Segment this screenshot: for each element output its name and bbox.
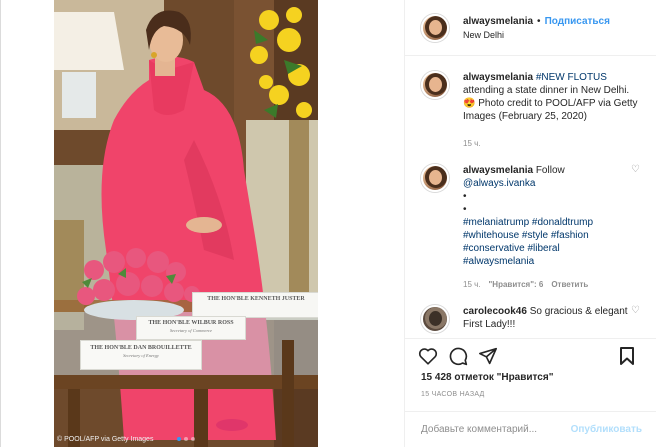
caption-meta: 15 ч. [463,137,642,150]
carousel-dot-active [177,437,181,441]
caption-body: alwaysmelania #NEW FLOTUS attending a st… [463,71,642,150]
post-location[interactable]: New Delhi [463,30,610,40]
header-top-line: alwaysmelania • Подписаться [463,16,610,27]
place-card-ross: THE HON'BLE WILBUR ROSS Secretary of Com… [136,316,246,340]
comment-bullet: • [463,204,467,215]
caption-hashtag[interactable]: #NEW FLOTUS [536,72,607,83]
comment-mention[interactable]: @always.ivanka [463,177,642,190]
post-media[interactable]: THE HON'BLE KENNETH JUSTER THE HON'BLE W… [1,0,404,447]
like-heart-icon[interactable] [417,345,439,367]
publish-button[interactable]: Опубликовать [571,424,642,435]
comment-body: carolecook46 So gracious & elegant First… [463,305,642,333]
separator-dot: • [537,15,541,27]
comment-like-heart-icon[interactable]: ♡ [631,164,640,175]
carousel-dot [184,437,188,441]
place-card-brouillette: THE HON'BLE DAN BROUILLETTE Secretary of… [80,340,202,370]
reply-button[interactable]: Ответить [551,278,588,291]
save-bookmark-icon[interactable] [616,345,638,367]
comment-avatar[interactable] [421,164,449,192]
photo-credit: © POOL/AFP via Getty Images [57,436,154,443]
post-side-panel: alwaysmelania • Подписаться New Delhi al… [404,0,656,447]
add-comment-bar: Опубликовать [405,411,656,447]
comment-bubble-icon[interactable] [447,345,469,367]
comment: carolecook46 So gracious & elegant First… [405,291,656,333]
comment-body: alwaysmelania Follow @always.ivanka • • … [463,164,642,291]
author-username[interactable]: alwaysmelania [463,16,533,27]
comments-list[interactable]: alwaysmelania #NEW FLOTUS attending a st… [405,57,656,339]
share-paper-plane-icon[interactable] [477,345,499,367]
place-card-role: Secretary of Energy [123,353,159,358]
comment: alwaysmelania Follow @always.ivanka • • … [405,150,656,291]
follow-button[interactable]: Подписаться [545,16,610,27]
comment-avatar[interactable] [421,305,449,333]
comment-hashtags[interactable]: #conservative #liberal [463,242,642,255]
caption-text: attending a state dinner in New Delhi. 😍… [463,85,638,122]
author-avatar[interactable] [421,13,449,42]
place-card-juster: THE HON'BLE KENNETH JUSTER [192,292,318,318]
likes-count[interactable]: 15 428 отметок "Нравится" [421,372,553,383]
caption-time[interactable]: 15 ч. [463,137,481,150]
comment-meta: 15 ч. "Нравится": 6 Ответить [463,278,642,291]
place-card-name: THE HON'BLE DAN BROUILLETTE [90,345,192,351]
comment-text: Follow [535,165,565,176]
comment-username[interactable]: carolecook46 [463,306,527,317]
place-card-role: Secretary of Commerce [169,328,213,333]
instagram-post: THE HON'BLE KENNETH JUSTER THE HON'BLE W… [0,0,656,447]
comment-hashtags[interactable]: #whitehouse #style #fashion [463,229,642,242]
header-text: alwaysmelania • Подписаться New Delhi [463,16,610,40]
post-timestamp[interactable]: 15 ЧАСОВ НАЗАД [421,391,485,398]
place-card-name: THE HON'BLE KENNETH JUSTER [207,296,305,302]
post-photo[interactable]: THE HON'BLE KENNETH JUSTER THE HON'BLE W… [54,0,318,447]
caption-avatar[interactable] [421,71,449,99]
caption-username[interactable]: alwaysmelania [463,72,533,83]
comment-hashtags[interactable]: #melaniatrump #donaldtrump [463,216,642,229]
carousel-dot [191,437,195,441]
post-actions [405,338,656,372]
place-card-name: THE HON'BLE WILBUR ROSS [148,320,234,326]
comment-like-heart-icon[interactable]: ♡ [631,305,640,316]
comment-bullet: • [463,191,467,202]
comment-username[interactable]: alwaysmelania [463,165,533,176]
photo-illustration [54,0,318,447]
comment-likes[interactable]: "Нравится": 6 [489,278,544,291]
post-header: alwaysmelania • Подписаться New Delhi [405,0,656,56]
comment-time[interactable]: 15 ч. [463,278,481,291]
comment-hashtags[interactable]: #alwaysmelania [463,255,642,268]
caption: alwaysmelania #NEW FLOTUS attending a st… [405,57,656,150]
comment-input[interactable] [421,424,571,435]
carousel-dots [177,437,195,441]
